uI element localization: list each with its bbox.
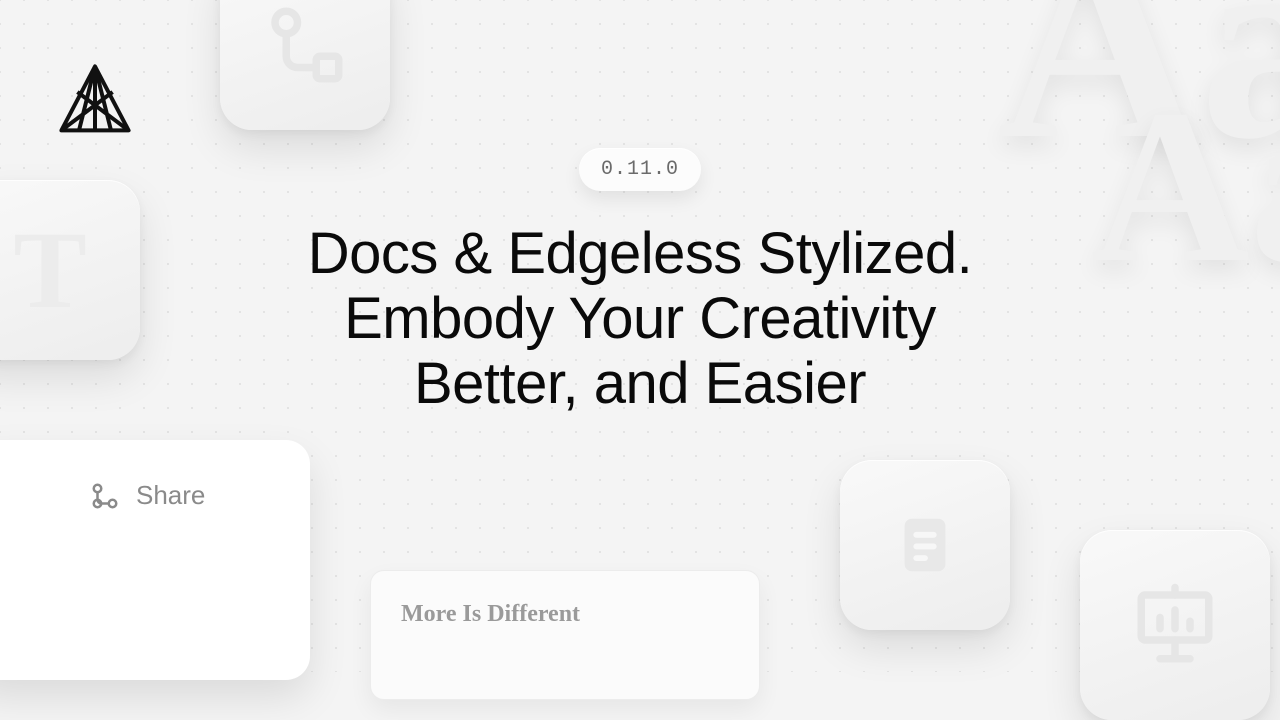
share-label: Share	[136, 480, 205, 511]
tile-presentation	[1080, 530, 1270, 720]
note-card: More Is Different	[370, 570, 760, 700]
headline-line-2: Embody Your Creativity	[344, 286, 936, 351]
tile-node	[220, 0, 390, 130]
presentation-icon	[1130, 580, 1220, 670]
page-headline: Docs & Edgeless Stylized. Embody Your Cr…	[190, 222, 1090, 417]
headline-line-3: Better, and Easier	[414, 351, 866, 416]
note-card-title: More Is Different	[401, 601, 580, 627]
decor-aa-medium: Aa	[1091, 60, 1280, 313]
document-icon	[890, 510, 960, 580]
share-icon	[90, 481, 120, 511]
share-card: Share	[0, 440, 310, 680]
branch-icon	[260, 0, 350, 90]
type-icon: T	[13, 207, 86, 334]
brand-logo	[55, 60, 135, 140]
headline-line-1: Docs & Edgeless Stylized.	[308, 221, 972, 286]
tile-type: T	[0, 180, 140, 360]
share-row[interactable]: Share	[90, 480, 270, 511]
tile-document	[840, 460, 1010, 630]
version-badge: 0.11.0	[579, 148, 701, 191]
